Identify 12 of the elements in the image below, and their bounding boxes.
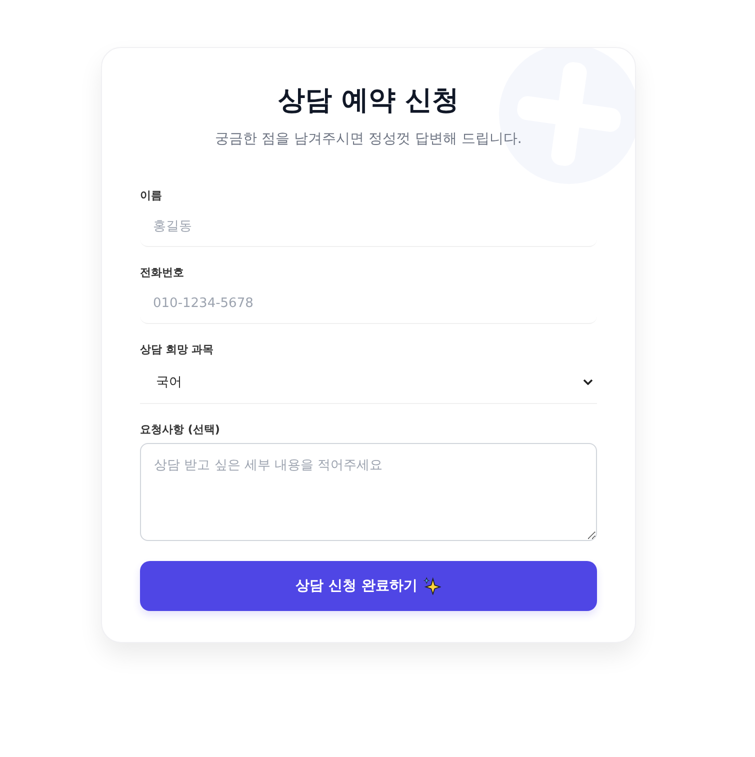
submit-button[interactable]: 상담 신청 완료하기: [140, 561, 597, 611]
field-label: 상담 희망 과목: [140, 342, 215, 357]
field-label: 전화번호: [140, 265, 185, 280]
form-subtitle: 궁금한 점을 남겨주시면 정성껏 답변해 드립니다.: [214, 130, 523, 148]
chevron-down-icon: [583, 379, 593, 385]
form-title: 상담 예약 신청: [277, 84, 460, 118]
textarea-field[interactable]: 상담 받고 싶은 세부 내용을 적어주세요: [140, 443, 597, 541]
field-label: 이름: [140, 188, 163, 203]
sparkle-icon: [423, 577, 442, 595]
field-label: 요청사항 (선택): [140, 422, 221, 437]
select-field[interactable]: 국어: [140, 367, 597, 404]
select-value: 국어: [156, 374, 182, 391]
